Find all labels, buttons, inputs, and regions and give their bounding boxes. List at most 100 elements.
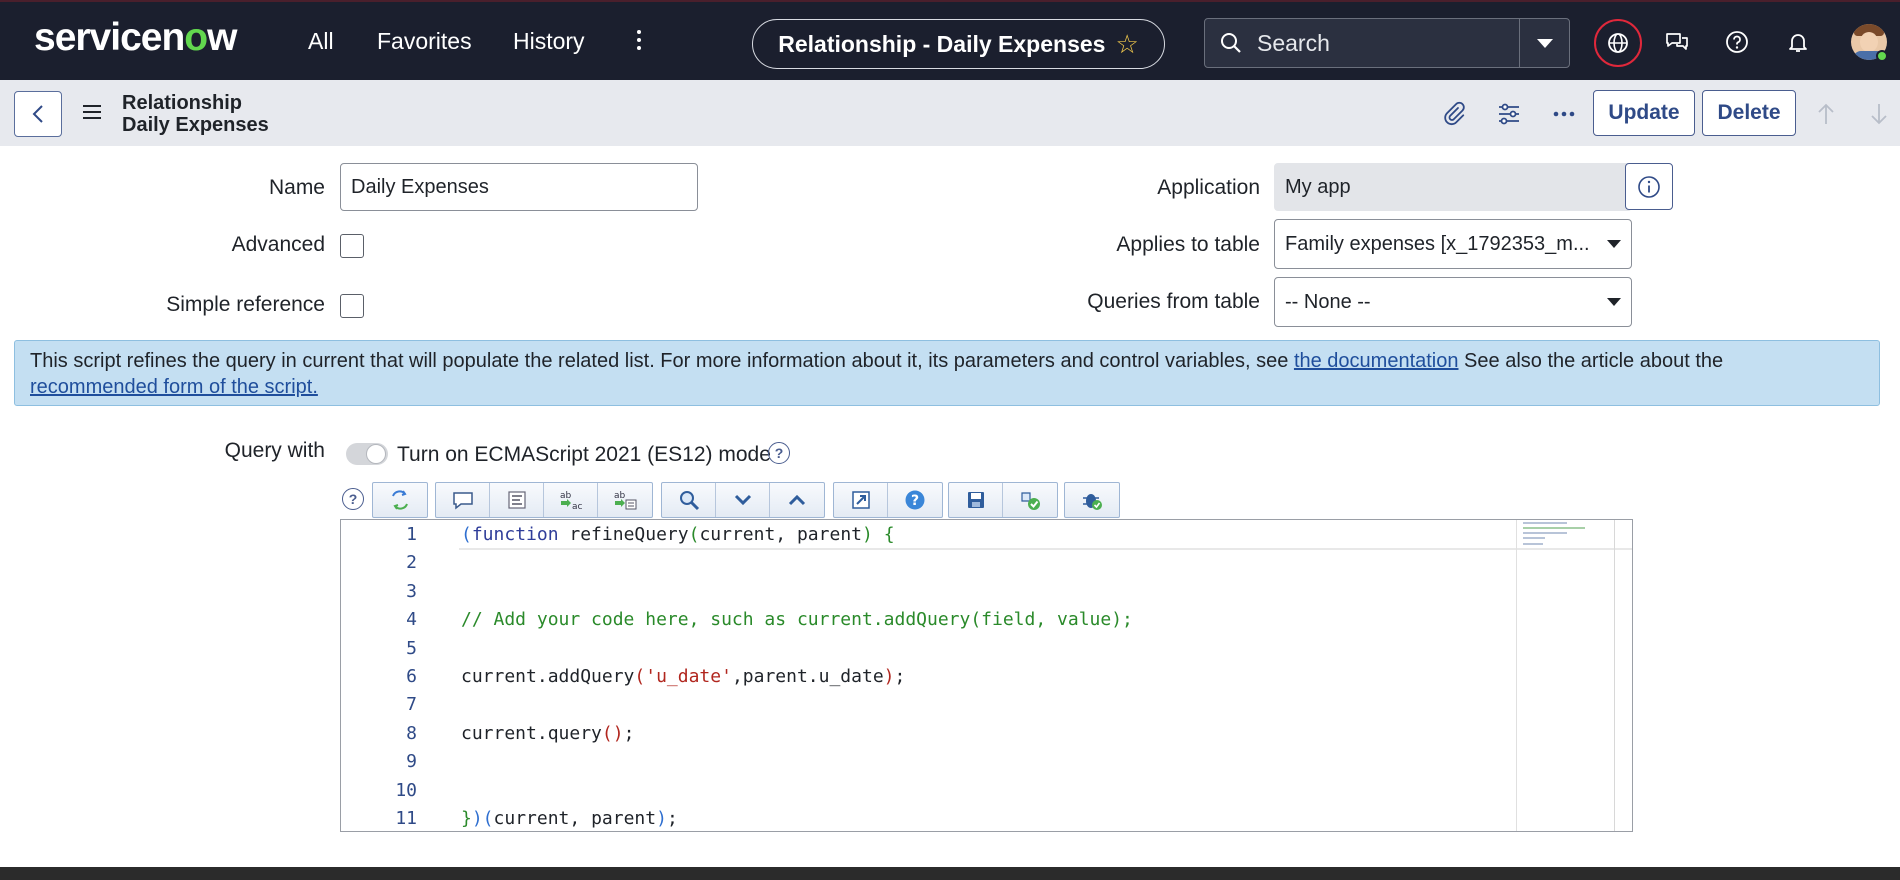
editor-help-icon[interactable]: ? <box>342 488 364 510</box>
applies-to-table-label: Applies to table <box>1116 233 1260 256</box>
recommended-form-link[interactable]: recommended form of the script. <box>30 376 318 398</box>
documentation-link[interactable]: the documentation <box>1294 350 1459 372</box>
toolbar-group-toggle <box>372 482 428 518</box>
code-line-1[interactable]: (function refineQuery(current, parent) { <box>461 524 895 545</box>
applies-to-table-value: Family expenses [x_1792353_m... <box>1285 232 1590 255</box>
record-title-pill[interactable]: Relationship - Daily Expenses ☆ <box>752 19 1165 69</box>
line-number: 2 <box>406 552 417 574</box>
advanced-label: Advanced <box>231 233 325 256</box>
fullscreen-icon[interactable] <box>834 483 888 517</box>
comment-selected-icon[interactable] <box>436 483 490 517</box>
nav-all[interactable]: All <box>308 28 334 55</box>
active-line-highlight <box>459 548 1632 550</box>
queries-from-table-value: -- None -- <box>1285 290 1371 313</box>
replace-all-icon[interactable]: ab <box>598 483 652 517</box>
toolbar-group-save <box>948 482 1058 518</box>
find-previous-icon[interactable] <box>770 483 824 517</box>
line-number-gutter: 1 2 3 4 5 6 7 8 9 10 11 <box>341 520 431 831</box>
top-navigation: servicenow All Favorites History Relatio… <box>0 0 1900 80</box>
global-search[interactable]: Search <box>1204 18 1570 68</box>
code-line-11[interactable]: })(current, parent); <box>461 808 678 829</box>
toolbar-group-view: ? <box>833 482 943 518</box>
toggle-syntax-editor-icon[interactable] <box>373 483 427 517</box>
search-icon <box>1205 31 1257 55</box>
advanced-checkbox[interactable] <box>340 234 364 258</box>
line-number: 1 <box>406 524 417 545</box>
code-line-4[interactable]: // Add your code here, such as current.a… <box>461 609 1133 630</box>
queries-from-table-label: Queries from table <box>1087 290 1260 313</box>
save-icon[interactable] <box>949 483 1003 517</box>
context-menu-icon[interactable] <box>83 105 101 123</box>
delete-button[interactable]: Delete <box>1702 90 1796 136</box>
name-label: Name <box>268 176 325 199</box>
editor-scrollbar[interactable] <box>1614 520 1632 831</box>
simple-reference-checkbox[interactable] <box>340 294 364 318</box>
format-code-icon[interactable] <box>490 483 544 517</box>
info-icon[interactable] <box>1625 163 1673 210</box>
find-icon[interactable] <box>662 483 716 517</box>
presence-status-indicator <box>1876 50 1888 62</box>
search-scope-dropdown[interactable] <box>1519 19 1569 67</box>
svg-text:?: ? <box>911 493 919 509</box>
notifications-bell-icon[interactable] <box>1784 28 1812 56</box>
script-help-icon[interactable]: ? <box>888 483 942 517</box>
line-number: 6 <box>406 666 417 687</box>
search-input[interactable]: Search <box>1257 30 1519 57</box>
replace-icon[interactable]: ab ac <box>544 483 598 517</box>
queries-from-table-select[interactable]: -- None -- <box>1274 277 1632 327</box>
chevron-down-icon <box>1607 298 1621 306</box>
code-line-6[interactable]: current.addQuery('u_date',parent.u_date)… <box>461 666 905 687</box>
attachment-icon[interactable] <box>1440 100 1468 128</box>
line-number: 5 <box>406 637 417 659</box>
info-banner: This script refines the query in current… <box>14 340 1880 406</box>
record-name-label: Daily Expenses <box>122 114 269 136</box>
es12-mode-toggle[interactable] <box>346 443 388 465</box>
toolbar-group-search <box>661 482 825 518</box>
es12-mode-label: Turn on ECMAScript 2021 (ES12) mode <box>397 443 771 466</box>
chevron-left-icon <box>32 105 43 123</box>
applies-to-table-select[interactable]: Family expenses [x_1792353_m... <box>1274 219 1632 269</box>
svg-text:ab: ab <box>560 491 572 501</box>
name-field[interactable]: Daily Expenses <box>340 163 698 211</box>
servicenow-logo[interactable]: servicenow <box>34 16 237 60</box>
toolbar-group-edit: ab ac ab <box>435 482 653 518</box>
record-type-label: Relationship <box>122 92 243 114</box>
svg-text:ab: ab <box>614 491 626 501</box>
help-icon[interactable] <box>1723 28 1751 56</box>
svg-text:ac: ac <box>572 502 583 511</box>
application-field: My app <box>1274 163 1632 211</box>
back-button[interactable] <box>14 91 62 137</box>
code-minimap[interactable] <box>1516 520 1616 831</box>
arrow-up-icon[interactable] <box>1812 100 1840 128</box>
line-number: 11 <box>395 808 417 829</box>
nav-favorites[interactable]: Favorites <box>377 28 472 55</box>
find-next-icon[interactable] <box>716 483 770 517</box>
line-number: 10 <box>395 779 417 801</box>
chevron-down-icon <box>1607 240 1621 248</box>
star-icon[interactable]: ☆ <box>1115 29 1138 60</box>
banner-text: This script refines the query in current… <box>30 350 1294 372</box>
arrow-down-icon[interactable] <box>1865 100 1893 128</box>
taskbar-strip <box>0 867 1900 880</box>
banner-text-2: See also the article about the <box>1458 350 1724 372</box>
more-options-icon[interactable] <box>1550 100 1578 128</box>
line-number: 3 <box>406 580 417 602</box>
line-number: 4 <box>406 609 417 631</box>
nav-history[interactable]: History <box>513 28 585 55</box>
script-debugger-icon[interactable] <box>1065 483 1119 517</box>
update-button[interactable]: Update <box>1593 90 1695 136</box>
record-header: Relationship Daily Expenses Update Delet… <box>0 80 1900 146</box>
code-line-8[interactable]: current.query(); <box>461 723 634 744</box>
check-syntax-icon[interactable] <box>1003 483 1057 517</box>
simple-reference-label: Simple reference <box>166 293 325 316</box>
more-menu-icon[interactable] <box>632 26 646 56</box>
es12-help-icon[interactable]: ? <box>768 442 790 464</box>
chat-icon[interactable] <box>1663 28 1691 56</box>
line-number: 8 <box>406 722 417 744</box>
script-editor[interactable]: 1 2 3 4 5 6 7 8 9 10 11 (function refineQuery(curr… <box>340 519 1633 832</box>
globe-icon[interactable] <box>1594 19 1642 67</box>
chevron-down-icon <box>1536 38 1553 48</box>
personalize-form-icon[interactable] <box>1495 100 1523 128</box>
query-with-label: Query with <box>224 439 325 462</box>
record-title: Relationship - Daily Expenses <box>778 30 1106 57</box>
